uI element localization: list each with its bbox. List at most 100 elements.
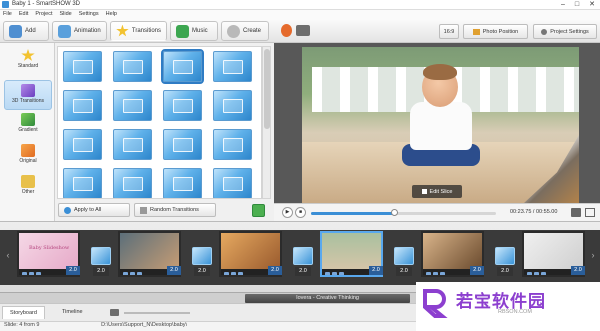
scrollbar-thumb[interactable] [264,49,270,129]
transition-tile[interactable] [213,51,252,82]
slide-tool-icon[interactable] [325,271,330,275]
photo-position-button[interactable]: Photo Position [463,24,528,39]
transition-tile[interactable] [63,168,102,198]
watermark-url: RBSON.COM [498,309,532,315]
category-other[interactable]: Other [4,172,52,202]
slide-tool-icon[interactable] [36,271,41,275]
undo-icon[interactable] [110,309,119,316]
slide-caption: Baby Slideshow [29,245,70,251]
close-button[interactable]: ✕ [585,0,599,10]
tab-music[interactable]: Music [170,21,218,41]
transition-tile[interactable] [113,129,152,160]
slide-tool-icon[interactable] [527,271,532,275]
slide-tool-icon[interactable] [29,271,34,275]
strip-scroll-left[interactable]: ‹ [4,247,12,263]
category-standard[interactable]: Standard [4,46,52,76]
tab-create[interactable]: Create [221,21,269,41]
slide-tool-icon[interactable] [130,271,135,275]
slide-tool-icon[interactable] [433,271,438,275]
category-gradient[interactable]: Gradient [4,110,52,140]
transition-preview-icon [223,99,243,113]
transition-tile[interactable] [113,90,152,121]
zoom-slider[interactable] [124,312,190,314]
slide-tool-icon[interactable] [339,271,344,275]
transition-tile[interactable] [163,90,202,121]
tab-storyboard[interactable]: Storyboard [2,306,45,319]
slide-tool-icon[interactable] [332,271,337,275]
slide-tool-icon[interactable] [137,271,142,275]
timeline-transition[interactable] [495,247,515,265]
edit-slice-button[interactable]: Edit Slice [412,185,462,198]
stop-button[interactable]: ■ [295,207,306,218]
slide-duration[interactable]: 2.0 [66,266,80,275]
music-track[interactable]: Iovera - Creative Thinking [245,294,410,303]
slide-duration[interactable]: 2.0 [369,266,383,275]
slide-tool-icon[interactable] [22,271,27,275]
maximize-button[interactable]: □ [570,0,584,10]
slide-tool-icon[interactable] [231,271,236,275]
slide-tool-icon[interactable] [238,271,243,275]
menu-slide[interactable]: Slide [59,11,71,17]
playback-knob[interactable] [391,209,399,216]
slide-thumbnail [423,233,482,269]
menu-help[interactable]: Help [106,11,117,17]
fullscreen-icon[interactable] [585,208,595,217]
playback-progress [311,212,395,215]
ratio-button[interactable]: 16:9 [439,24,459,39]
apply-to-all-button[interactable]: Apply to All [58,203,130,217]
apply-icon [64,206,71,214]
slide-tool-icon[interactable] [534,271,539,275]
transition-tile[interactable] [161,49,204,84]
menu-edit[interactable]: Edit [19,11,28,17]
transition-duration[interactable]: 2.0 [194,267,210,276]
menu-settings[interactable]: Settings [79,11,99,17]
menu-file[interactable]: File [3,11,12,17]
grid-scrollbar[interactable] [262,46,271,199]
add-transition-button[interactable] [252,204,265,217]
slide-duration[interactable]: 2.0 [268,266,282,275]
project-settings-button[interactable]: Project Settings [533,24,597,39]
playback-track[interactable] [311,209,496,216]
strip-scroll-right[interactable]: › [589,247,597,263]
transition-tile[interactable] [213,168,252,198]
transition-duration[interactable]: 2.0 [93,267,109,276]
timeline-transition[interactable] [192,247,212,265]
category-3d-transitions[interactable]: 3D Transitions [4,80,52,110]
slide-duration[interactable]: 2.0 [571,266,585,275]
transition-tile[interactable] [63,129,102,160]
slide-duration[interactable]: 2.0 [167,266,181,275]
transition-tile[interactable] [213,90,252,121]
timeline-transition[interactable] [91,247,111,265]
window-title: Baby 1 - SmartSHOW 3D [12,1,81,7]
camera-icon[interactable] [296,25,310,36]
timeline-transition[interactable] [293,247,313,265]
transition-tile[interactable] [113,168,152,198]
transition-duration[interactable]: 2.0 [295,267,311,276]
slide-tool-icon[interactable] [440,271,445,275]
transition-tile[interactable] [163,168,202,198]
transition-duration[interactable]: 2.0 [396,267,412,276]
transition-tile[interactable] [63,90,102,121]
slide-tool-icon[interactable] [426,271,431,275]
slide-duration[interactable]: 2.0 [470,266,484,275]
transition-tile[interactable] [163,129,202,160]
minimize-button[interactable]: – [556,0,570,10]
menu-project[interactable]: Project [35,11,52,17]
snapshot-icon[interactable] [571,208,581,217]
random-transitions-button[interactable]: Random Transitions [134,203,216,217]
tab-animation[interactable]: Animation [52,21,107,41]
slide-tool-icon[interactable] [541,271,546,275]
play-button[interactable]: ▶ [282,207,293,218]
tab-add[interactable]: Add [3,21,49,41]
slide-tool-icon[interactable] [224,271,229,275]
category-original[interactable]: Original [4,141,52,171]
slide-tool-icon[interactable] [123,271,128,275]
transition-tile[interactable] [113,51,152,82]
timeline-transition[interactable] [394,247,414,265]
transition-tile[interactable] [63,51,102,82]
undo-icon[interactable] [281,24,292,37]
transition-tile[interactable] [213,129,252,160]
transition-duration[interactable]: 2.0 [497,267,513,276]
tab-timeline[interactable]: Timeline [55,306,90,319]
tab-transitions[interactable]: Transitions [110,21,167,41]
